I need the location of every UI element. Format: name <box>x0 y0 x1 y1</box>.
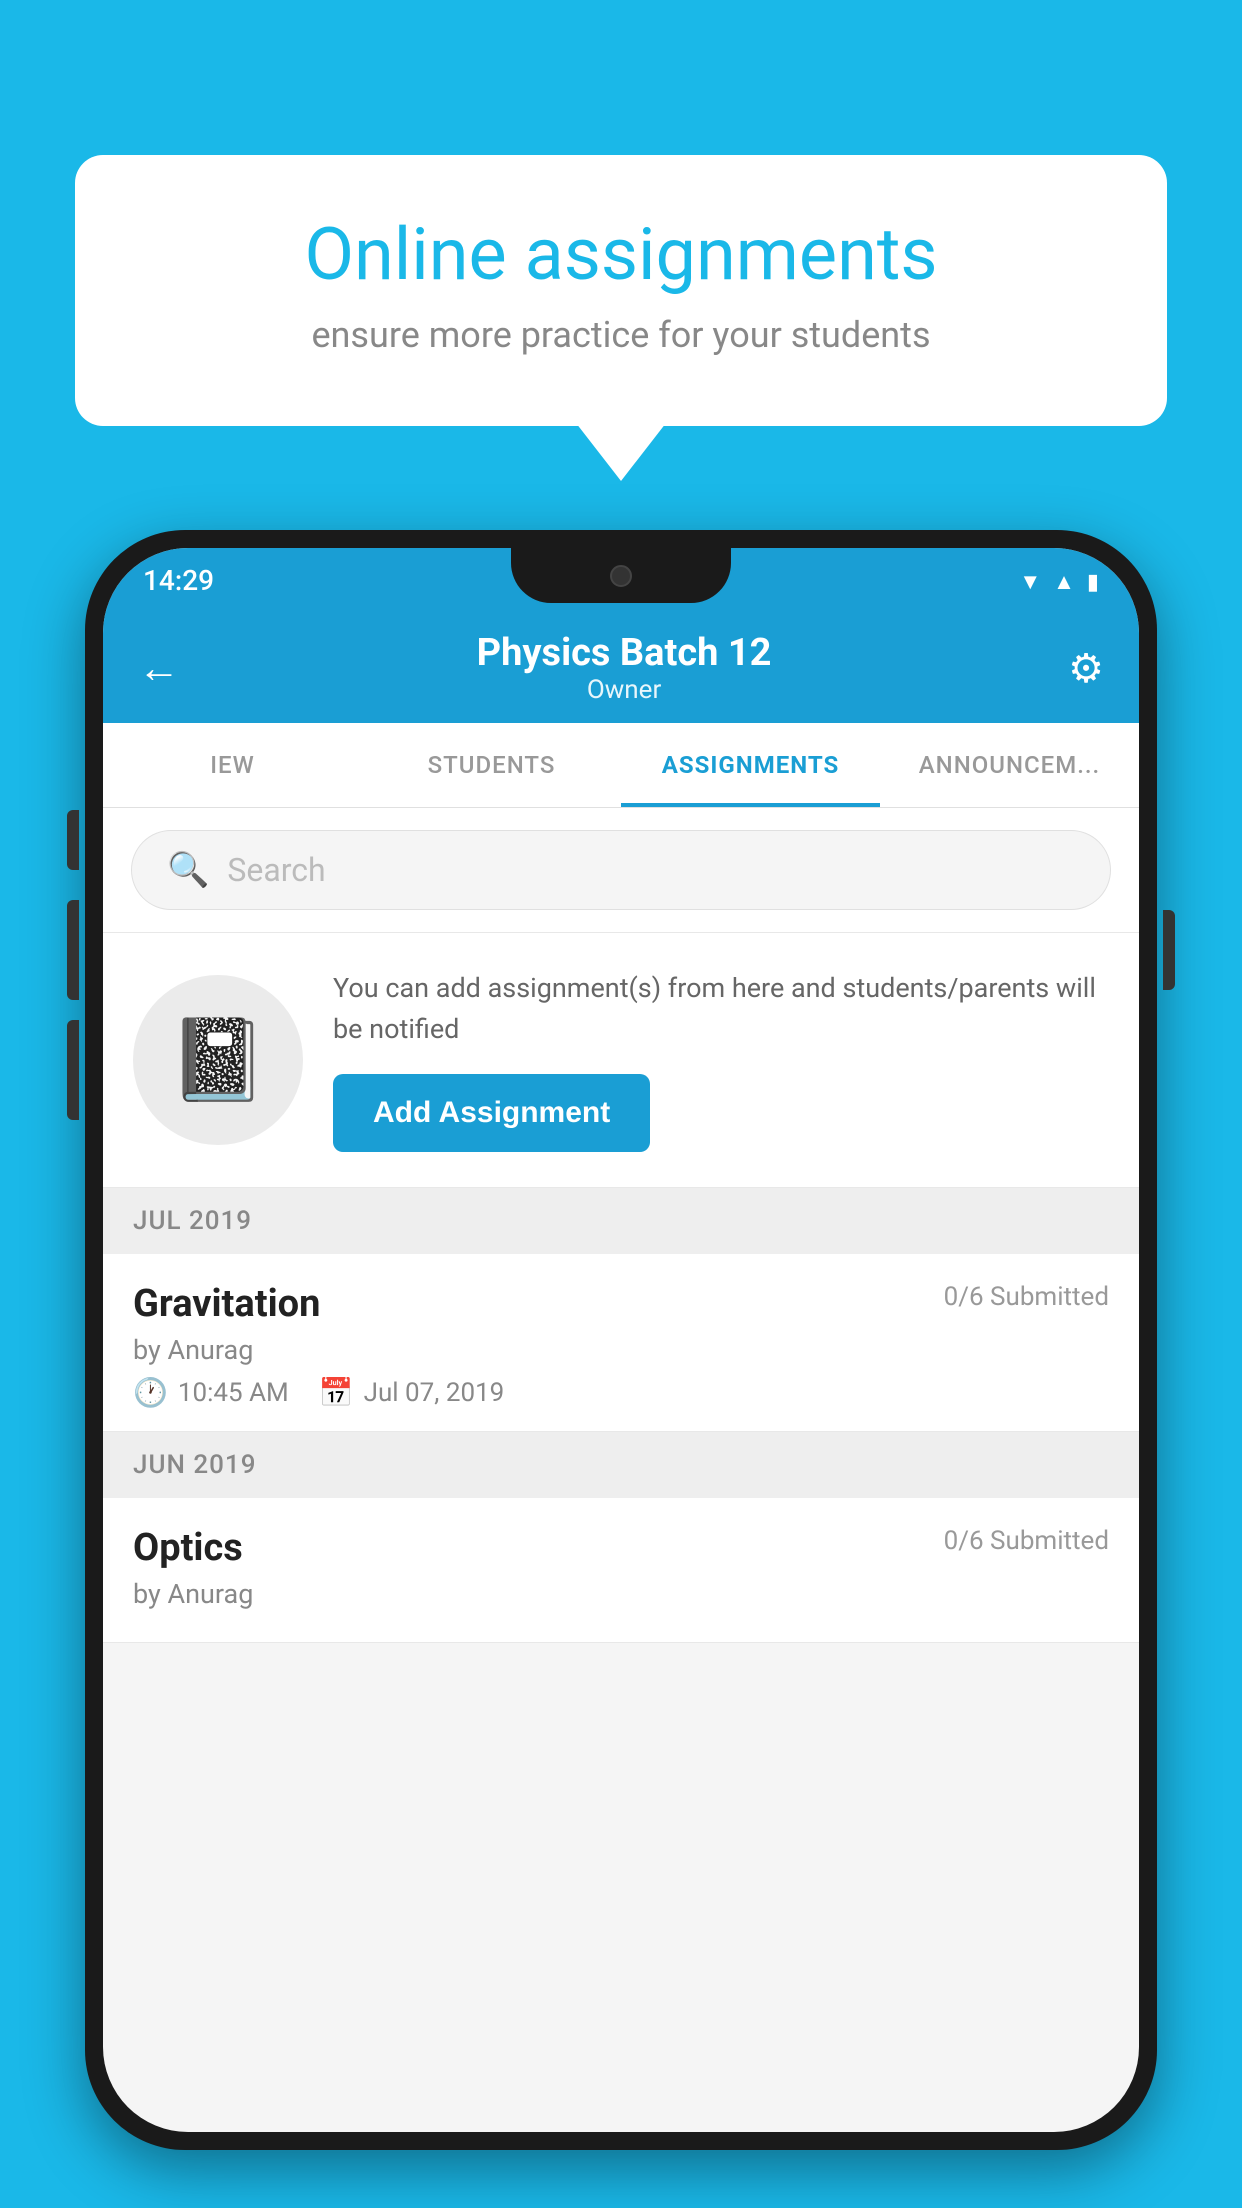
clock-icon: 🕐 <box>133 1376 168 1409</box>
assignment-author-optics: by Anurag <box>133 1578 1109 1610</box>
assignment-item-optics[interactable]: Optics 0/6 Submitted by Anurag <box>103 1498 1139 1643</box>
calendar-icon: 📅 <box>319 1376 354 1409</box>
add-assignment-content: You can add assignment(s) from here and … <box>333 968 1109 1152</box>
volume-up-button <box>67 900 79 1000</box>
add-assignment-button[interactable]: Add Assignment <box>333 1074 650 1152</box>
assignment-row-top-optics: Optics 0/6 Submitted <box>133 1526 1109 1570</box>
tab-students[interactable]: STUDENTS <box>362 723 621 807</box>
status-icons <box>1019 567 1099 595</box>
app-header: ← Physics Batch 12 Owner ⚙ <box>103 613 1139 723</box>
back-button[interactable]: ← <box>138 644 180 693</box>
add-assignment-card: 📓 You can add assignment(s) from here an… <box>103 933 1139 1188</box>
tabs-bar: IEW STUDENTS ASSIGNMENTS ANNOUNCEM... <box>103 723 1139 808</box>
add-assignment-description: You can add assignment(s) from here and … <box>333 968 1109 1049</box>
assignment-row-top: Gravitation 0/6 Submitted <box>133 1282 1109 1326</box>
assignment-name-gravitation: Gravitation <box>133 1282 320 1326</box>
phone-screen: 14:29 ← Physics Batch 12 Owner ⚙ <box>103 548 1139 2132</box>
assignment-submitted-optics: 0/6 Submitted <box>944 1526 1109 1556</box>
assignment-author-gravitation: by Anurag <box>133 1334 1109 1366</box>
silent-button <box>67 810 79 870</box>
batch-title: Physics Batch 12 <box>477 631 772 675</box>
phone-outer: 14:29 ← Physics Batch 12 Owner ⚙ <box>85 530 1157 2150</box>
power-button <box>1163 910 1175 990</box>
assignment-name-optics: Optics <box>133 1526 243 1570</box>
tab-announcements[interactable]: ANNOUNCEM... <box>880 723 1139 807</box>
search-placeholder: Search <box>227 851 325 889</box>
status-time: 14:29 <box>143 564 214 597</box>
assignment-meta-gravitation: 🕐 10:45 AM 📅 Jul 07, 2019 <box>133 1376 1109 1409</box>
speech-bubble-card: Online assignments ensure more practice … <box>75 155 1167 426</box>
section-header-jul: JUL 2019 <box>103 1188 1139 1254</box>
header-center: Physics Batch 12 Owner <box>477 631 772 705</box>
speech-bubble-title: Online assignments <box>145 215 1097 294</box>
tab-assignments[interactable]: ASSIGNMENTS <box>621 723 880 807</box>
front-camera <box>610 565 632 587</box>
wifi-icon <box>1019 567 1041 595</box>
notebook-icon: 📓 <box>168 1013 268 1107</box>
tab-iew[interactable]: IEW <box>103 723 362 807</box>
assignment-icon-circle: 📓 <box>133 975 303 1145</box>
search-container: 🔍 Search <box>103 808 1139 933</box>
assignment-date-gravitation: 📅 Jul 07, 2019 <box>319 1376 505 1409</box>
signal-icon <box>1053 567 1075 595</box>
settings-icon[interactable]: ⚙ <box>1068 645 1104 692</box>
speech-bubble-subtitle: ensure more practice for your students <box>145 314 1097 356</box>
assignment-time-gravitation: 🕐 10:45 AM <box>133 1376 289 1409</box>
assignment-submitted-gravitation: 0/6 Submitted <box>944 1282 1109 1312</box>
battery-icon <box>1087 567 1099 595</box>
phone-frame: 14:29 ← Physics Batch 12 Owner ⚙ <box>85 530 1157 2208</box>
batch-subtitle: Owner <box>477 675 772 705</box>
section-header-jun: JUN 2019 <box>103 1432 1139 1498</box>
assignment-item-gravitation[interactable]: Gravitation 0/6 Submitted by Anurag 🕐 10… <box>103 1254 1139 1432</box>
volume-down-button <box>67 1020 79 1120</box>
search-bar[interactable]: 🔍 Search <box>131 830 1111 910</box>
phone-notch <box>511 548 731 603</box>
search-icon: 🔍 <box>167 850 209 890</box>
